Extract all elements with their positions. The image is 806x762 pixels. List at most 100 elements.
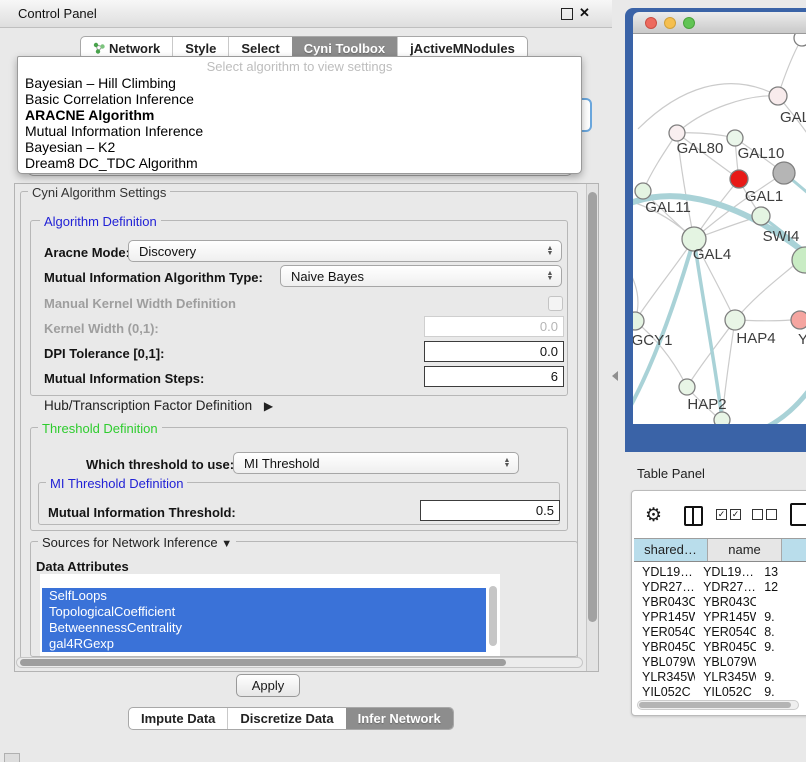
tab-label: Discretize Data <box>240 711 333 726</box>
network-node[interactable] <box>773 162 795 184</box>
algorithm-option-bayesian-k2[interactable]: Bayesian – K2 <box>18 139 581 155</box>
algorithm-definition-label: Algorithm Definition <box>40 214 161 229</box>
close-icon[interactable]: ✕ <box>579 5 590 21</box>
table-cell: YDL19… <box>695 565 756 580</box>
attribute-item-gal4rgexp[interactable]: gal4RGexp <box>42 636 486 652</box>
network-node[interactable] <box>714 412 730 424</box>
tab-label: Network <box>109 41 160 56</box>
table-row[interactable]: YDL19…YDL19…13 <box>634 565 806 580</box>
hub-definition-toggle[interactable]: Hub/Transcription Factor Definition ▶ <box>44 398 273 413</box>
kernel-width-field[interactable]: 0.0 <box>424 316 564 337</box>
checked-checkbox-icon[interactable]: ✓ <box>730 509 741 520</box>
table-row[interactable]: YBR043CYBR043C <box>634 595 806 610</box>
gear-icon[interactable]: ⚙ <box>645 504 662 527</box>
algorithm-dropdown: Select algorithm to view settings Bayesi… <box>17 56 582 174</box>
settings-horizontal-scrollbar[interactable] <box>16 657 583 668</box>
panel-divider-arrow-icon[interactable] <box>612 371 618 381</box>
table-cell: YBR045C <box>695 640 756 655</box>
spinner-arrows-icon: ▲▼ <box>543 246 561 256</box>
table-horizontal-scrollbar[interactable] <box>637 700 799 710</box>
which-threshold-combobox[interactable]: MI Threshold ▲▼ <box>233 452 519 474</box>
minimize-traffic-light-icon[interactable] <box>664 17 676 29</box>
collapse-down-icon: ▼ <box>221 538 232 550</box>
network-node[interactable] <box>679 379 695 395</box>
minimized-window-icon[interactable] <box>4 753 20 762</box>
scrollbar-thumb[interactable] <box>588 192 597 622</box>
mi-threshold-value: 0.5 <box>536 503 554 518</box>
table-row[interactable]: YDR27…YDR27…12 <box>634 580 806 595</box>
table-cell: YER054C <box>695 625 756 640</box>
table-row[interactable]: YLR345WYLR345W9. <box>634 670 806 685</box>
spinner-arrows-icon: ▲▼ <box>500 458 518 468</box>
network-node[interactable] <box>794 34 806 46</box>
table-row[interactable]: YIL052CYIL052C9. <box>634 685 806 700</box>
table-cell: YDL19… <box>634 565 695 580</box>
table-cell: YDR27… <box>695 580 756 595</box>
checked-checkbox-icon[interactable]: ✓ <box>716 509 727 520</box>
table-cell: 13 <box>756 565 806 580</box>
node-label: GAL <box>780 109 806 126</box>
table-row[interactable]: YBR045CYBR045C9. <box>634 640 806 655</box>
document-icon[interactable] <box>790 503 806 526</box>
algorithm-option-dream8-dc-tdc-algorithm[interactable]: Dream8 DC_TDC Algorithm <box>18 155 581 171</box>
list-scrollbar-thumb[interactable] <box>489 586 497 646</box>
attribute-item-betweennesscentrality[interactable]: BetweennessCentrality <box>42 620 486 636</box>
close-traffic-light-icon[interactable] <box>645 17 657 29</box>
mi-type-combobox[interactable]: Naive Bayes ▲▼ <box>280 265 562 287</box>
tab-infer-network[interactable]: Infer Network <box>346 708 453 729</box>
dpi-tolerance-value: 0.0 <box>540 344 558 359</box>
control-panel-titlebar: Control Panel ✕ <box>0 0 612 28</box>
algorithm-option-aracne-algorithm[interactable]: ARACNE Algorithm <box>18 107 581 123</box>
network-node[interactable] <box>791 311 806 329</box>
attribute-item-selfloops[interactable]: SelfLoops <box>42 588 486 604</box>
dpi-tolerance-field[interactable]: 0.0 <box>424 341 564 362</box>
manual-kernel-checkbox[interactable] <box>548 296 563 311</box>
network-node[interactable] <box>752 207 770 225</box>
network-window-titlebar[interactable] <box>633 12 806 34</box>
unchecked-checkbox-icon[interactable] <box>752 509 763 520</box>
table-cell: YLR345W <box>695 670 756 685</box>
unchecked-checkbox-icon[interactable] <box>766 509 777 520</box>
aracne-mode-combobox[interactable]: Discovery ▲▼ <box>128 240 562 262</box>
mi-threshold-field[interactable]: 0.5 <box>420 500 560 521</box>
algorithm-option-bayesian-hill-climbing[interactable]: Bayesian – Hill Climbing <box>18 75 581 91</box>
table-row[interactable]: YBL079WYBL079W <box>634 655 806 670</box>
tab-impute-data[interactable]: Impute Data <box>129 708 227 729</box>
column-header-shared-[interactable]: shared… <box>634 539 708 561</box>
zoom-traffic-light-icon[interactable] <box>683 17 695 29</box>
column-header-a[interactable]: A <box>782 539 806 561</box>
network-node[interactable] <box>730 170 748 188</box>
network-view[interactable]: GALGAL80GAL10GAL1GAL11SWI4GAL4GCY1HAP4YH… <box>633 34 806 424</box>
tab-discretize-data[interactable]: Discretize Data <box>227 708 345 729</box>
app-root: Control Panel ✕ NetworkStyleSelectCyni T… <box>0 0 806 762</box>
mi-steps-field[interactable]: 6 <box>424 366 564 387</box>
column-header-name[interactable]: name <box>708 539 782 561</box>
node-label: HAP4 <box>736 330 775 347</box>
apply-button-label: Apply <box>252 678 285 693</box>
network-node[interactable] <box>669 125 685 141</box>
data-attributes-list[interactable]: SelfLoopsTopologicalCoefficientBetweenne… <box>40 574 500 656</box>
network-node[interactable] <box>792 247 806 273</box>
network-node[interactable] <box>769 87 787 105</box>
algorithm-option-basic-correlation-inference[interactable]: Basic Correlation Inference <box>18 91 581 107</box>
sources-title: Sources for Network Inference <box>42 535 218 550</box>
apply-button[interactable]: Apply <box>236 674 300 697</box>
table-cell: YDR27… <box>634 580 695 595</box>
float-window-icon[interactable] <box>561 8 573 20</box>
network-node[interactable] <box>725 310 745 330</box>
columns-icon[interactable] <box>684 506 703 526</box>
network-node[interactable] <box>635 183 651 199</box>
sources-group-label[interactable]: Sources for Network Inference ▼ <box>38 535 236 550</box>
scrollbar-thumb[interactable] <box>20 659 506 666</box>
scrollbar-thumb[interactable] <box>639 702 791 708</box>
table-row[interactable]: YPR145WYPR145W9. <box>634 610 806 625</box>
mi-steps-label: Mutual Information Steps: <box>44 371 204 386</box>
list-spacer <box>40 574 500 588</box>
attribute-item-topologicalcoefficient[interactable]: TopologicalCoefficient <box>42 604 486 620</box>
hub-definition-label: Hub/Transcription Factor Definition <box>44 398 252 413</box>
settings-vertical-scrollbar[interactable] <box>586 184 598 671</box>
algorithm-option-mutual-information-inference[interactable]: Mutual Information Inference <box>18 123 581 139</box>
table-panel-title: Table Panel <box>637 466 705 481</box>
table-row[interactable]: YER054CYER054C8. <box>634 625 806 640</box>
network-node[interactable] <box>727 130 743 146</box>
